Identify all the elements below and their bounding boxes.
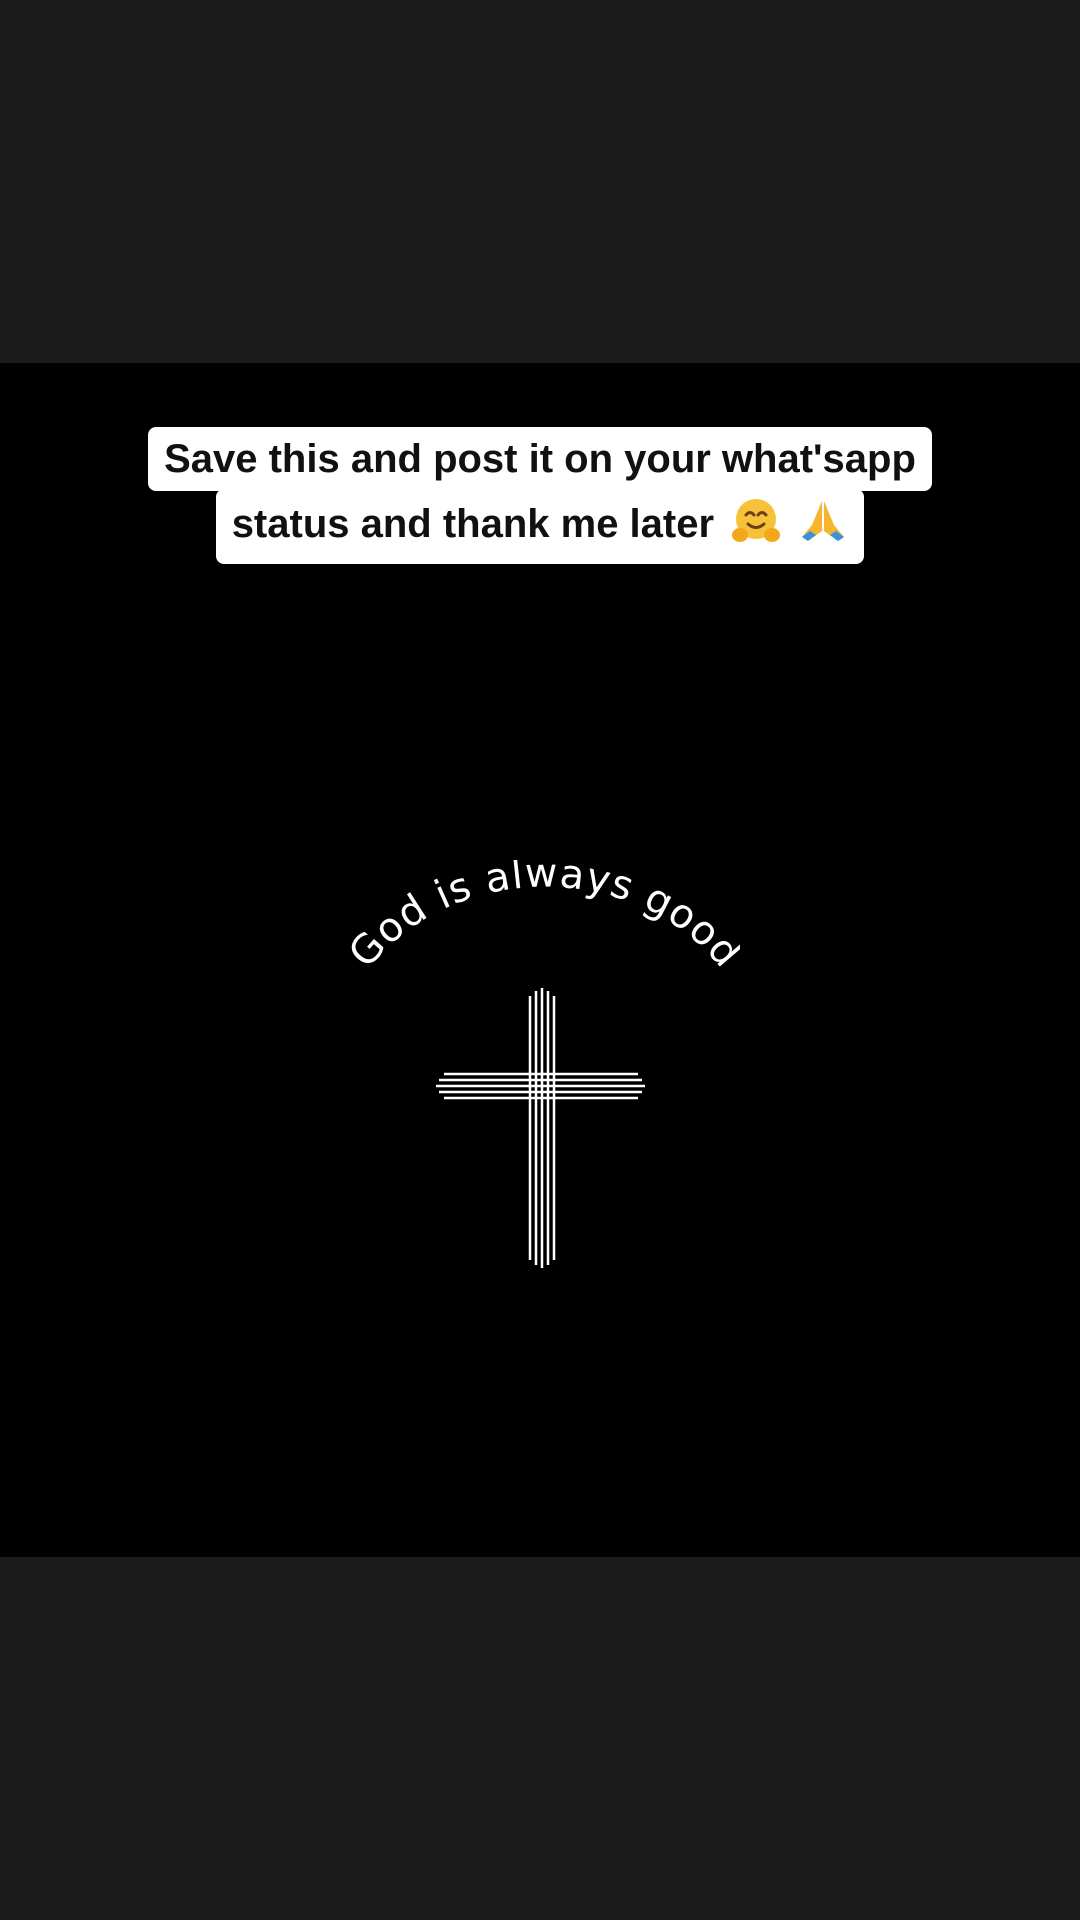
cross-icon: [436, 988, 645, 1268]
caption-line-1: Save this and post it on your what'sapp: [148, 427, 932, 491]
cross-artwork: God is always good: [340, 850, 749, 1280]
caption-line-2: status and thank me later: [215, 489, 865, 564]
cross-artwork-svg: God is always good: [340, 850, 749, 1268]
letterbox-top: [0, 0, 1080, 363]
folded-hands-icon: [798, 497, 848, 556]
caption-text-2: status and thank me later: [231, 502, 715, 547]
caption-text-1: Save this and post it on your what'sapp: [164, 437, 916, 481]
video-screen[interactable]: Save this and post it on your what'sapp …: [0, 0, 1080, 1920]
caption-overlay: Save this and post it on your what'sapp …: [0, 427, 1080, 564]
letterbox-bottom: [0, 1557, 1080, 1920]
hugging-face-icon: [731, 497, 781, 556]
arched-text: God is always good: [340, 860, 740, 977]
